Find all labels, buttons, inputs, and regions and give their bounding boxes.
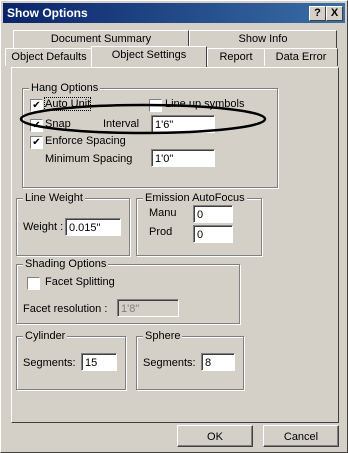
tab-data-error[interactable]: Data Error bbox=[264, 48, 338, 66]
tab-object-settings[interactable]: Object Settings bbox=[91, 46, 207, 67]
tab-object-defaults[interactable]: Object Defaults bbox=[5, 48, 93, 66]
weight-input[interactable]: 0.015" bbox=[65, 218, 121, 236]
title-bar: Show Options ? X bbox=[3, 3, 345, 23]
manu-label: Manu bbox=[149, 207, 177, 219]
hang-options-group: Hang Options ✔ Auto Unit Line up symbols… bbox=[22, 82, 278, 188]
cylinder-segments-input[interactable]: 15 bbox=[81, 353, 117, 371]
cylinder-group: Cylinder Segments: 15 bbox=[16, 330, 126, 390]
enforce-spacing-label: Enforce Spacing bbox=[45, 135, 126, 147]
show-options-dialog: Show Options ? X Document Summary Show I… bbox=[0, 0, 348, 453]
sphere-segments-label: Segments: bbox=[143, 357, 196, 369]
snap-highlight-ellipse bbox=[19, 103, 267, 135]
facet-splitting-label: Facet Splitting bbox=[45, 276, 115, 288]
tab-panel-object-settings: Hang Options ✔ Auto Unit Line up symbols… bbox=[11, 67, 339, 423]
sphere-group: Sphere Segments: 8 bbox=[136, 330, 244, 390]
minimum-spacing-input[interactable]: 1'0" bbox=[151, 149, 215, 167]
facet-resolution-input[interactable]: 1'8" bbox=[117, 299, 179, 317]
emission-autofocus-legend: Emission AutoFocus bbox=[143, 192, 247, 204]
tab-report[interactable]: Report bbox=[207, 48, 265, 66]
prod-input[interactable]: 0 bbox=[193, 225, 233, 243]
dialog-title: Show Options bbox=[7, 6, 88, 20]
emission-autofocus-group: Emission AutoFocus Manu 0 Prod 0 bbox=[136, 192, 262, 256]
sphere-segments-input[interactable]: 8 bbox=[201, 353, 235, 371]
cylinder-segments-label: Segments: bbox=[23, 357, 76, 369]
close-button[interactable]: X bbox=[326, 6, 343, 21]
facet-splitting-checkbox[interactable] bbox=[27, 277, 40, 290]
help-button[interactable]: ? bbox=[309, 6, 326, 21]
cylinder-legend: Cylinder bbox=[23, 330, 68, 342]
shading-options-group: Shading Options Facet Splitting Facet re… bbox=[16, 258, 240, 324]
facet-resolution-label: Facet resolution : bbox=[23, 303, 108, 315]
manu-input[interactable]: 0 bbox=[193, 205, 233, 223]
enforce-spacing-checkbox[interactable]: ✔ bbox=[30, 136, 43, 149]
sphere-legend: Sphere bbox=[143, 330, 183, 342]
weight-label: Weight : bbox=[23, 221, 64, 233]
shading-options-legend: Shading Options bbox=[23, 258, 109, 270]
prod-label: Prod bbox=[149, 226, 173, 238]
minimum-spacing-label: Minimum Spacing bbox=[45, 153, 133, 165]
line-weight-group: Line Weight Weight : 0.015" bbox=[16, 192, 130, 256]
ok-button[interactable]: OK bbox=[177, 425, 253, 447]
cancel-button[interactable]: Cancel bbox=[263, 425, 339, 447]
line-weight-legend: Line Weight bbox=[23, 192, 85, 204]
hang-options-legend: Hang Options bbox=[29, 82, 101, 94]
tab-show-info[interactable]: Show Info bbox=[189, 30, 337, 48]
